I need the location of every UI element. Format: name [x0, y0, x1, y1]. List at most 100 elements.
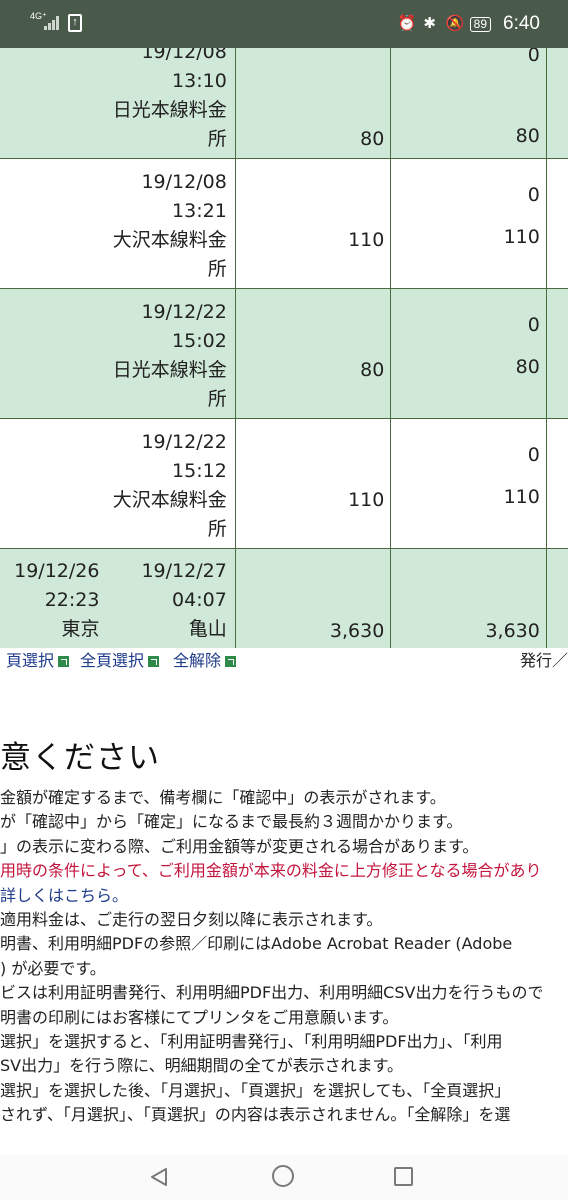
- back-icon[interactable]: [148, 1166, 170, 1188]
- note-line: 金額が確定するまで、備考欄に「確認中」の表示がされます。: [0, 788, 446, 807]
- table-cell-datetime-location: 19/12/22 15:02 日光本線料金 所: [0, 288, 236, 419]
- home-icon[interactable]: [272, 1165, 294, 1187]
- amount-text: 110: [503, 486, 540, 508]
- clear-all-link[interactable]: 全解除: [173, 648, 237, 674]
- amount-text: 80: [515, 356, 540, 378]
- table-row: 19/12/22 15:12 大沢本線料金 所 110 0 110: [0, 418, 568, 549]
- mute-icon: 🔕: [445, 15, 465, 32]
- note-line: ) が必要です。: [0, 958, 106, 978]
- table-cell-amount: 80: [234, 48, 392, 159]
- table-row: 19/12/26 22:23 東京 19/12/27 04:07 亀山 3,63…: [0, 548, 568, 648]
- amount-text: 80: [515, 125, 540, 147]
- table-cell-datetime-location: 19/12/08 13:10 日光本線料金 所: [0, 48, 236, 159]
- external-link-icon: [58, 656, 70, 667]
- alarm-icon: ⏰: [397, 15, 417, 32]
- table-row: 19/12/22 15:02 日光本線料金 所 80 0 80: [0, 288, 568, 419]
- all-page-select-link[interactable]: 全頁選択: [80, 648, 160, 674]
- clear-all-label: 全解除: [173, 651, 222, 670]
- location-text-cont: 所: [207, 518, 227, 540]
- recent-apps-icon[interactable]: [394, 1167, 413, 1186]
- date-text: 19/12/26: [14, 560, 100, 582]
- table-cell-amount: 0 80: [390, 48, 547, 159]
- amount-text: 110: [503, 226, 540, 248]
- page-select-label: 頁選択: [6, 651, 55, 670]
- amount-text: 110: [348, 489, 385, 511]
- amount-text: 3,630: [329, 620, 385, 642]
- time-text: 13:10: [172, 70, 227, 92]
- table-cell-amount: 80: [234, 288, 392, 419]
- date-text: 19/12/27: [141, 560, 227, 582]
- start-entry: 19/12/26 22:23 東京: [14, 557, 99, 644]
- note-line: が「確認中」から「確定」になるまで最長約３週間かかります。: [0, 812, 463, 832]
- table-cell-datetime-location: 19/12/22 15:12 大沢本線料金 所: [0, 418, 236, 549]
- table-cell-extra: [545, 48, 568, 159]
- status-bar: 4G⁺ ↑ ⏰ ✱ 🔕 89 6:40: [0, 0, 568, 48]
- note-line: されず、「月選択」、「頁選択」の内容は表示されません。「全解除」を選: [0, 1105, 511, 1125]
- time-text: 15:12: [172, 460, 227, 482]
- table-cell-datetime-location: 19/12/08 13:21 大沢本線料金 所: [0, 158, 236, 289]
- amount-text: 3,630: [485, 620, 540, 642]
- battery-icon: 89: [469, 16, 492, 32]
- note-line: 明書の印刷にはお客様にてプリンタをご用意願います。: [0, 1007, 399, 1027]
- time-text: 13:21: [172, 200, 227, 222]
- notes-list: 金額が確定するまで、備考欄に「確認中」の表示がされます。 が「確認中」から「確定…: [0, 786, 568, 1128]
- clock: 6:40: [503, 13, 540, 34]
- location-text: 大沢本線料金: [112, 229, 227, 251]
- amount-text: 80: [360, 128, 385, 150]
- bluetooth-icon: ✱: [423, 15, 436, 32]
- all-page-select-label: 全頁選択: [80, 651, 145, 670]
- table-row: 19/12/08 13:21 大沢本線料金 所 110 0 110: [0, 158, 568, 289]
- table-cell-datetime-location: 19/12/26 22:23 東京 19/12/27 04:07 亀山: [0, 548, 236, 648]
- amount-text: 110: [348, 229, 385, 251]
- note-line: 適用料金は、ご走行の翌日夕刻以降に表示されます。: [0, 910, 383, 930]
- note-warning-line: 用時の条件によって、ご利用金額が本来の料金に上方修正となる場合があり: [0, 861, 542, 881]
- table-cell-amount: 110: [234, 418, 392, 549]
- selection-links: 頁選択 全頁選択 全解除 発行／: [0, 648, 568, 678]
- discount-text: 0: [527, 444, 540, 466]
- note-line: 明書、利用明細PDFの参照／印刷にはAdobe Acrobat Reader (…: [0, 934, 513, 954]
- table-cell-extra: [545, 288, 568, 419]
- table-cell-extra: [545, 418, 568, 549]
- table-cell-amount: 3,630: [390, 548, 547, 648]
- table-cell-amount: 0 110: [390, 158, 547, 289]
- table-cell-amount: 110: [234, 158, 392, 289]
- table-cell-amount: 0 110: [390, 418, 547, 549]
- table-row: 19/12/08 13:10 日光本線料金 所 80 0 80: [0, 48, 568, 159]
- location-text: 大沢本線料金: [112, 489, 227, 511]
- page-select-link[interactable]: 頁選択: [6, 648, 70, 674]
- usage-table-container[interactable]: 19/12/08 13:10 日光本線料金 所 80 0 80 19/12/08…: [0, 48, 568, 648]
- discount-text: 0: [527, 314, 540, 336]
- date-text: 19/12/22: [141, 301, 227, 323]
- end-entry: 19/12/27 04:07 亀山: [141, 557, 226, 644]
- date-text: 19/12/22: [141, 431, 227, 453]
- usage-table: 19/12/08 13:10 日光本線料金 所 80 0 80 19/12/08…: [0, 48, 568, 648]
- location-text: 亀山: [188, 618, 227, 640]
- battery-level: 89: [473, 17, 488, 31]
- note-line: 」の表示に変わる際、ご利用金額等が変更される場合があります。: [0, 836, 479, 856]
- amount-text: 80: [360, 359, 385, 381]
- external-link-icon: [225, 656, 237, 667]
- table-cell-amount: 3,630: [234, 548, 392, 648]
- issue-label[interactable]: 発行／: [520, 648, 568, 674]
- table-cell-extra: [545, 158, 568, 289]
- note-line: ビスは利用証明書発行、利用明細PDF出力、利用明細CSV出力を行うもので: [0, 983, 544, 1003]
- date-text: 19/12/08: [141, 171, 227, 193]
- note-line: 選択」を選択すると、「利用証明書発行」、「利用明細PDF出力」、「利用: [0, 1032, 503, 1052]
- date-text: 19/12/08: [141, 48, 227, 63]
- status-icons: ⏰ ✱ 🔕 89 6:40: [398, 12, 540, 36]
- time-text: 22:23: [44, 589, 100, 611]
- external-link-icon: [148, 656, 160, 667]
- location-text-cont: 所: [207, 388, 227, 410]
- details-link[interactable]: 詳しくはこちら。: [0, 884, 568, 908]
- time-text: 15:02: [172, 330, 227, 352]
- discount-text: 0: [527, 48, 540, 66]
- note-line: 選択」を選択した後、「月選択」、「頁選択」を選択しても、「全頁選択」: [0, 1080, 511, 1100]
- notes-heading: 意ください: [0, 740, 160, 776]
- location-text: 日光本線料金: [112, 99, 227, 121]
- location-text: 日光本線料金: [112, 359, 227, 381]
- discount-text: 0: [527, 184, 540, 206]
- system-nav-bar: [0, 1154, 568, 1200]
- signal-icon: [44, 14, 62, 30]
- location-text-cont: 所: [207, 258, 227, 280]
- note-line: SV出力」を行う際に、明細期間の全てが表示されます。: [0, 1056, 404, 1076]
